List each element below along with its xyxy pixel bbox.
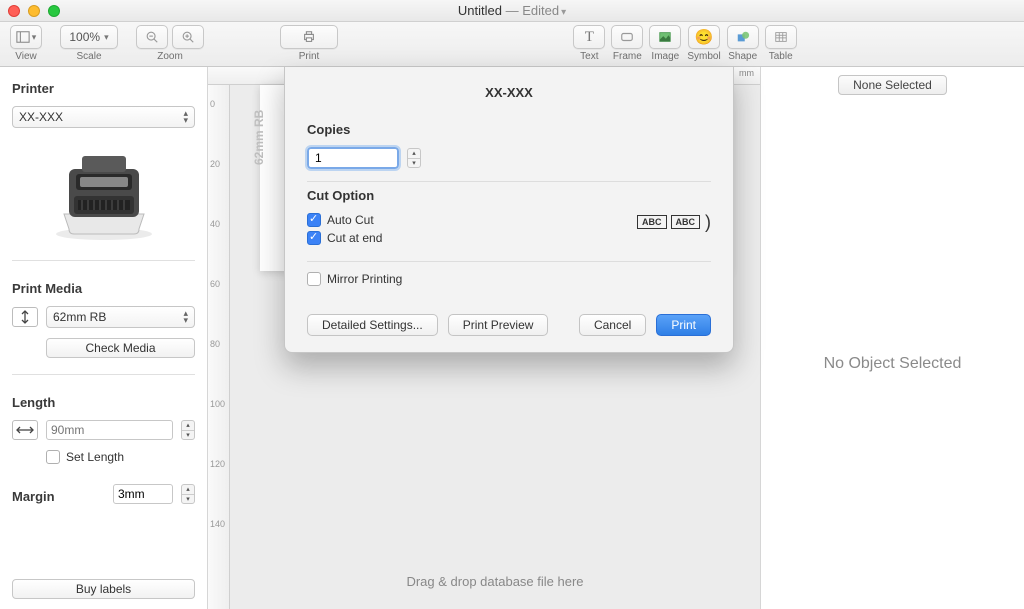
ruler-unit: mm <box>739 68 754 78</box>
none-selected-button[interactable]: None Selected <box>838 75 947 95</box>
printer-image <box>44 144 164 244</box>
image-tool-label: Image <box>651 51 679 62</box>
panel-icon <box>16 30 30 44</box>
frame-tool-button[interactable] <box>611 25 643 49</box>
printer-icon <box>302 30 316 44</box>
label-size-tag: 62mm RB <box>252 110 266 165</box>
bracket-icon: ) <box>705 215 711 229</box>
media-select[interactable]: 62mm RB ▴▾ <box>46 306 195 328</box>
select-arrows-icon: ▴▾ <box>183 110 188 124</box>
width-arrows-icon <box>16 425 34 435</box>
mirror-printing-label: Mirror Printing <box>327 272 402 286</box>
chevron-down-icon: ▾ <box>32 32 37 43</box>
set-length-label: Set Length <box>66 450 124 464</box>
printer-section-label: Printer <box>12 81 195 96</box>
length-label: Length <box>12 395 195 410</box>
text-tool-label: Text <box>580 51 598 62</box>
document-status: Edited <box>522 3 559 18</box>
zoom-out-icon <box>145 30 159 44</box>
divider <box>12 374 195 375</box>
margin-input[interactable] <box>113 484 173 504</box>
copies-input[interactable] <box>307 147 399 169</box>
print-media-label: Print Media <box>12 281 195 296</box>
auto-cut-label: Auto Cut <box>327 213 374 227</box>
drop-hint: Drag & drop database file here <box>230 574 760 589</box>
document-name: Untitled <box>458 3 502 18</box>
print-button[interactable] <box>280 25 338 49</box>
length-icon <box>12 420 38 440</box>
auto-cut-checkbox[interactable] <box>307 213 321 227</box>
right-inspector: None Selected No Object Selected <box>760 67 1024 609</box>
check-media-button[interactable]: Check Media <box>46 338 195 358</box>
smiley-icon: 😊 <box>695 28 714 46</box>
zoom-in-icon <box>181 30 195 44</box>
inspector-placeholder: No Object Selected <box>824 355 962 373</box>
table-icon <box>774 30 788 44</box>
divider <box>12 260 195 261</box>
scale-group: 100% ▾ Scale <box>60 25 118 62</box>
scale-select[interactable]: 100% ▾ <box>60 25 118 49</box>
cut-at-end-checkbox[interactable] <box>307 231 321 245</box>
chevron-down-icon: ▾ <box>104 32 109 43</box>
select-arrows-icon: ▴▾ <box>183 310 188 324</box>
copies-stepper[interactable]: ▴▾ <box>407 148 421 168</box>
set-length-checkbox[interactable] <box>46 450 60 464</box>
length-input[interactable] <box>46 420 173 440</box>
printer-select[interactable]: XX-XXX ▴▾ <box>12 106 195 128</box>
view-label: View <box>15 51 37 62</box>
buy-labels-button[interactable]: Buy labels <box>12 579 195 599</box>
mirror-printing-checkbox[interactable] <box>307 272 321 286</box>
height-arrows-icon <box>19 310 31 324</box>
print-preview-button[interactable]: Print Preview <box>448 314 549 336</box>
image-icon <box>658 30 672 44</box>
table-tool-label: Table <box>769 51 793 62</box>
length-stepper[interactable]: ▴▾ <box>181 420 195 440</box>
chevron-down-icon[interactable]: ▾ <box>561 7 566 18</box>
symbol-tool-label: Symbol <box>687 51 720 62</box>
shape-tool-label: Shape <box>728 51 757 62</box>
zoom-label: Zoom <box>157 51 183 62</box>
cut-preview: ABC ABC ) <box>637 215 711 229</box>
titlebar: Untitled — Edited▾ <box>0 0 1024 22</box>
shape-icon <box>736 30 750 44</box>
image-tool-button[interactable] <box>649 25 681 49</box>
window-title: Untitled — Edited▾ <box>0 3 1024 18</box>
symbol-tool-button[interactable]: 😊 <box>688 25 720 49</box>
dialog-title: XX-XXX <box>307 85 711 100</box>
text-tool-button[interactable]: T <box>573 25 605 49</box>
view-group: ▾ View <box>10 25 42 62</box>
margin-stepper[interactable]: ▴▾ <box>181 484 195 504</box>
print-confirm-button[interactable]: Print <box>656 314 711 336</box>
detailed-settings-button[interactable]: Detailed Settings... <box>307 314 438 336</box>
shape-tool-button[interactable] <box>727 25 759 49</box>
cut-at-end-label: Cut at end <box>327 231 382 245</box>
toolbar: ▾ View 100% ▾ Scale Zoom <box>0 22 1024 67</box>
cut-option-label: Cut Option <box>307 188 711 203</box>
print-dialog: XX-XXX Copies ▴▾ Cut Option Auto Cut Cut… <box>284 67 734 353</box>
frame-icon <box>620 30 634 44</box>
scale-label: Scale <box>76 51 101 62</box>
zoom-in-button[interactable] <box>172 25 204 49</box>
ruler-vertical: 0 20 40 60 80 100 120 140 <box>208 85 230 609</box>
media-orientation-icon[interactable] <box>12 307 38 327</box>
print-group: Print <box>280 25 338 62</box>
table-tool-button[interactable] <box>765 25 797 49</box>
cancel-button[interactable]: Cancel <box>579 314 646 336</box>
left-sidebar: Printer XX-XXX ▴▾ Print Media <box>0 67 208 609</box>
margin-label: Margin <box>12 489 105 504</box>
view-button[interactable]: ▾ <box>10 25 42 49</box>
zoom-out-button[interactable] <box>136 25 168 49</box>
print-label: Print <box>299 51 320 62</box>
copies-label: Copies <box>307 122 711 137</box>
zoom-group: Zoom <box>136 25 204 62</box>
frame-tool-label: Frame <box>613 51 642 62</box>
